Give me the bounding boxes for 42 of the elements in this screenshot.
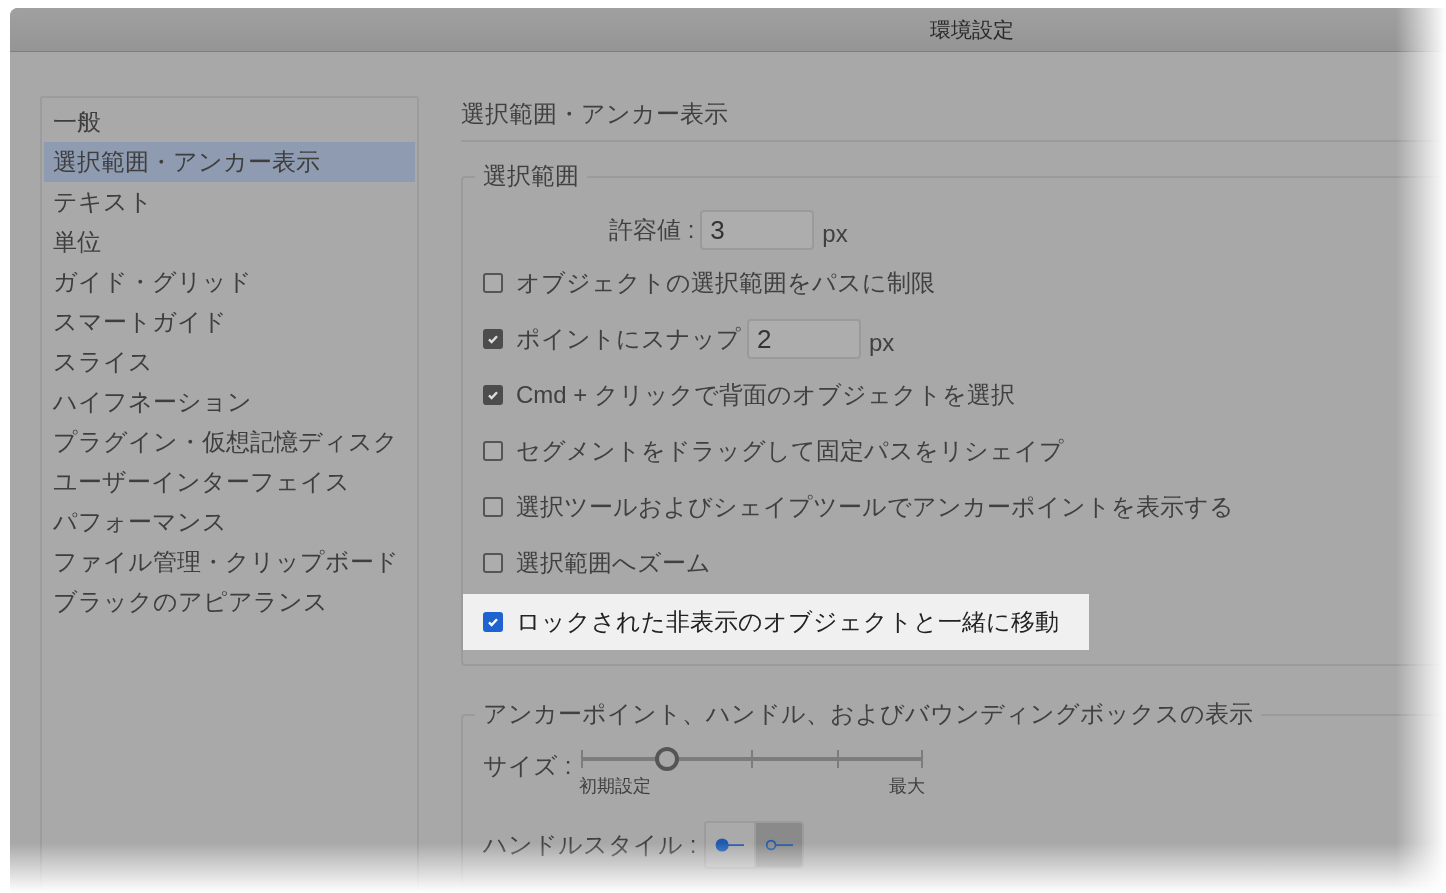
unit-label: px (869, 329, 895, 357)
sidebar-item[interactable]: プラグイン・仮想記憶ディスク (44, 422, 415, 462)
sidebar-item[interactable]: スライス (44, 342, 415, 382)
segment-button[interactable] (754, 823, 803, 867)
checkbox-label: ポイントにスナップ (516, 324, 741, 354)
filled-handle-icon (715, 838, 746, 852)
sidebar-item[interactable]: 単位 (44, 222, 415, 262)
sidebar-item[interactable]: パフォーマンス (44, 502, 415, 542)
slider-thumb[interactable] (654, 747, 679, 771)
window-title: 環境設定 (930, 16, 1014, 43)
input-field[interactable]: 2 (747, 319, 861, 359)
field-label: ハンドルスタイル : (483, 830, 697, 860)
input-field[interactable]: 3 (700, 210, 815, 250)
slider-max-label: 最大 (889, 775, 926, 798)
checkbox[interactable] (483, 273, 503, 293)
unit-label: px (822, 220, 848, 248)
slider-min-label: 初期設定 (579, 775, 652, 798)
sidebar-item[interactable]: 選択範囲・アンカー表示 (44, 142, 415, 182)
sidebar-item[interactable]: スマートガイド (44, 302, 415, 342)
section-title: 選択範囲・アンカー表示 (461, 96, 1446, 142)
sidebar-item[interactable]: ブラックのアピアランス (44, 582, 415, 622)
checkbox-label: オブジェクトの選択範囲をパスに制限 (516, 268, 935, 298)
checkbox[interactable] (483, 553, 503, 573)
slider-label: サイズ : (483, 751, 572, 781)
sidebar-item[interactable]: ファイル管理・クリップボード (44, 542, 415, 582)
field-label: 許容値 : (609, 215, 695, 245)
hollow-handle-icon (764, 838, 795, 852)
sidebar-item[interactable]: テキスト (44, 182, 415, 222)
checkbox[interactable] (483, 441, 503, 461)
sidebar-item[interactable]: ハイフネーション (44, 382, 415, 422)
checkbox-label: Cmd + クリックで背面のオブジェクトを選択 (516, 380, 1016, 410)
checkbox[interactable] (483, 612, 503, 632)
checkbox[interactable] (483, 385, 503, 405)
checkbox[interactable] (483, 497, 503, 517)
checkbox-label: 選択ツールおよびシェイプツールでアンカーポイントを表示する (516, 492, 1234, 522)
sidebar-item[interactable]: ユーザーインターフェイス (44, 462, 415, 502)
checkbox[interactable] (483, 329, 503, 349)
checkbox-label: 選択範囲へズーム (516, 548, 711, 578)
sidebar-item[interactable]: 一般 (44, 102, 415, 142)
checkbox-label: ロックされた非表示のオブジェクトと一緒に移動 (516, 607, 1059, 637)
sidebar-item[interactable]: ガイド・グリッド (44, 262, 415, 302)
checkbox-label: セグメントをドラッグして固定パスをリシェイプ (516, 436, 1064, 466)
